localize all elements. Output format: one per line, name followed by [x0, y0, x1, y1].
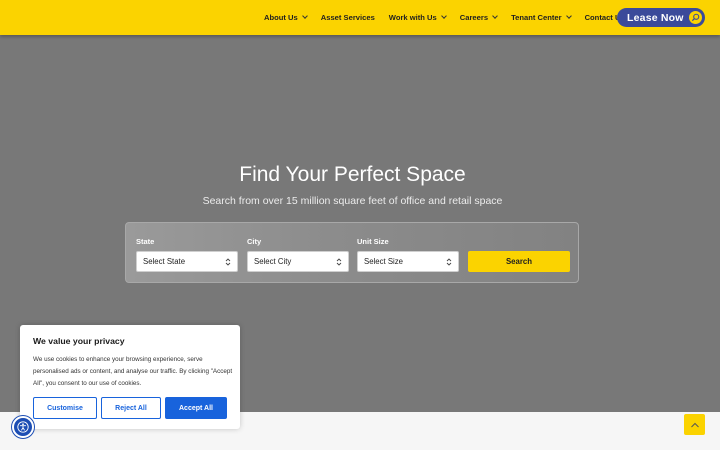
search-icon — [689, 11, 702, 24]
nav-about-us[interactable]: About Us — [264, 13, 308, 22]
city-label: City — [247, 237, 262, 246]
lease-now-button[interactable]: Lease Now — [617, 8, 705, 27]
unit-size-select-value: Select Size — [364, 257, 404, 266]
chevron-down-icon — [492, 13, 498, 19]
accessibility-button[interactable] — [12, 416, 34, 438]
chevron-down-icon — [301, 13, 308, 19]
nav-work-with-us[interactable]: Work with Us — [388, 13, 447, 22]
main-nav: About Us Asset Services Work with Us Car… — [264, 0, 639, 35]
cookie-consent-banner: We value your privacy We use cookies to … — [20, 325, 240, 429]
nav-asset-services[interactable]: Asset Services — [321, 13, 375, 22]
cookie-text: We use cookies to enhance your browsing … — [33, 356, 233, 387]
nav-careers-label: Careers — [459, 13, 489, 22]
state-select[interactable]: Select State — [136, 251, 238, 272]
state-label: State — [136, 237, 155, 246]
nav-tenant-center[interactable]: Tenant Center — [511, 13, 572, 22]
accept-all-button[interactable]: Accept All — [165, 397, 227, 419]
city-select[interactable]: Select City — [247, 251, 349, 272]
lease-now-label: Lease Now — [627, 11, 684, 24]
unit-size-select[interactable]: Select Size — [357, 251, 459, 272]
site-header: About Us Asset Services Work with Us Car… — [0, 0, 720, 35]
customise-button[interactable]: Customise — [33, 397, 97, 419]
nav-work-with-us-label: Work with Us — [388, 13, 437, 22]
nav-careers[interactable]: Careers — [459, 13, 498, 22]
hero-subtitle: Search from over 15 million square feet … — [202, 195, 503, 207]
reject-all-button[interactable]: Reject All — [101, 397, 161, 419]
search-button[interactable]: Search — [468, 251, 570, 272]
space-search-form: State Select State City Select City Unit… — [125, 222, 579, 283]
city-select-value: Select City — [254, 257, 292, 266]
select-arrows-icon — [336, 258, 342, 266]
chevron-up-icon — [690, 422, 699, 427]
select-arrows-icon — [446, 258, 452, 266]
nav-tenant-center-label: Tenant Center — [511, 13, 562, 22]
state-select-value: Select State — [143, 257, 186, 266]
nav-about-us-label: About Us — [264, 13, 298, 22]
cookie-title: We value your privacy — [33, 336, 125, 346]
scroll-to-top-button[interactable] — [684, 414, 705, 435]
nav-asset-services-label: Asset Services — [320, 13, 375, 22]
chevron-down-icon — [440, 13, 447, 19]
accessibility-icon — [17, 421, 29, 433]
hero-title: Find Your Perfect Space — [239, 163, 466, 186]
select-arrows-icon — [225, 258, 231, 266]
chevron-down-icon — [565, 13, 572, 19]
unit-size-label: Unit Size — [357, 237, 389, 246]
